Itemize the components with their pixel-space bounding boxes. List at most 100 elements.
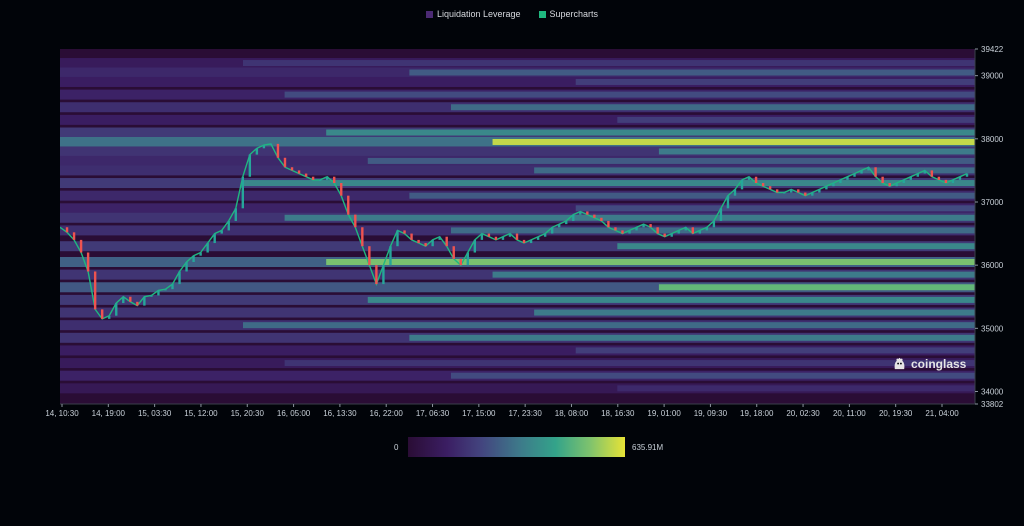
price-candle-78 <box>607 220 610 228</box>
logo-text: coinglass <box>911 356 967 371</box>
price-candle-113 <box>853 173 856 177</box>
price-candle-127 <box>951 179 955 184</box>
price-candle-93 <box>712 220 716 228</box>
price-candle-67 <box>529 239 533 244</box>
heatmap-band-strong-25 <box>284 360 975 367</box>
price-candle-76 <box>593 214 596 218</box>
heatmap-band-strong-9 <box>367 157 975 164</box>
price-candle-120 <box>902 179 905 184</box>
price-candle-35 <box>304 173 308 177</box>
price-candle-43 <box>361 227 364 247</box>
price-candle-57 <box>459 258 462 266</box>
price-candle-3 <box>79 239 83 253</box>
price-candle-85 <box>656 227 659 234</box>
price-candle-69 <box>543 233 547 237</box>
price-candle-72 <box>565 220 568 225</box>
price-candle-105 <box>797 189 800 193</box>
price-candle-98 <box>747 176 751 180</box>
x-tick-label-12: 18, 16:30 <box>601 409 635 418</box>
price-candle-121 <box>909 176 912 180</box>
price-candle-10 <box>129 296 132 302</box>
heatmap-band-strong-2 <box>575 78 975 85</box>
price-candle-92 <box>705 227 709 231</box>
price-candle-96 <box>733 189 737 196</box>
price-candle-11 <box>136 301 139 306</box>
price-candle-116 <box>874 167 877 177</box>
heatmap-band-strong-1 <box>409 69 975 76</box>
price-candle-17 <box>178 271 181 285</box>
price-candle-2 <box>72 232 76 240</box>
price-candle-104 <box>790 189 793 193</box>
x-tick-label-2: 15, 03:30 <box>138 409 172 418</box>
price-candle-103 <box>782 192 786 194</box>
price-candle-77 <box>600 217 603 221</box>
price-candle-110 <box>832 183 835 187</box>
color-scale-min-label: 0 <box>394 443 399 452</box>
price-candle-7 <box>108 315 111 319</box>
price-candle-37 <box>318 179 322 181</box>
price-candle-8 <box>115 303 118 316</box>
heatmap-band-strong-8 <box>658 148 975 155</box>
price-candle-25 <box>234 208 237 221</box>
price-candle-39 <box>333 176 336 184</box>
price-candle-64 <box>508 233 512 237</box>
heatmap-band-strong-0 <box>243 60 975 67</box>
x-tick-label-6: 16, 13:30 <box>323 409 357 418</box>
price-candle-54 <box>438 236 441 240</box>
x-tick-label-14: 19, 09:30 <box>694 409 728 418</box>
color-scale-max-label: 635.91M <box>632 443 664 452</box>
price-candle-129 <box>965 173 969 177</box>
heatmap-band-strong-12 <box>409 192 975 199</box>
heatmap-band-strong-6 <box>326 129 975 136</box>
price-candle-70 <box>550 227 554 234</box>
price-candle-115 <box>867 167 870 171</box>
price-candle-28 <box>255 148 259 155</box>
price-candle-123 <box>923 170 927 174</box>
x-tick-label-4: 15, 20:30 <box>231 409 265 418</box>
heatmap-band-strong-17 <box>326 259 975 265</box>
price-candle-46 <box>382 265 385 285</box>
price-candle-27 <box>248 154 252 177</box>
color-scale-gradient <box>408 437 625 457</box>
price-candle-59 <box>473 239 477 253</box>
liquidation-heatmap-chart[interactable]: 39422 39000 38000 37000 36000 35000 34000 33802… <box>0 0 1024 430</box>
price-candle-31 <box>276 143 280 158</box>
price-candle-114 <box>860 170 863 174</box>
price-candle-73 <box>572 214 575 221</box>
price-candle-118 <box>888 183 891 187</box>
price-candle-42 <box>354 214 357 228</box>
price-candle-88 <box>677 230 680 234</box>
price-candle-74 <box>579 211 582 215</box>
price-candle-29 <box>262 145 266 149</box>
price-candle-71 <box>558 224 561 228</box>
y-axis: 39422 39000 38000 37000 36000 35000 34000 33802 <box>974 45 1004 409</box>
price-candle-68 <box>536 236 540 240</box>
price-candle-89 <box>684 227 687 231</box>
price-candle-44 <box>368 246 371 266</box>
x-tick-label-11: 18, 08:00 <box>555 409 589 418</box>
price-candle-63 <box>501 236 505 240</box>
y-tick-label-2: 38000 <box>981 135 1004 144</box>
heatmap-band-strong-11 <box>243 180 975 187</box>
x-tick-label-16: 20, 02:30 <box>786 409 820 418</box>
heatmap-band-strong-3 <box>284 91 975 98</box>
heatmap-band-strong-15 <box>450 227 975 234</box>
price-candle-90 <box>691 227 694 234</box>
price-candle-38 <box>325 176 329 180</box>
price-candle-15 <box>164 289 167 291</box>
price-candle-24 <box>227 220 230 231</box>
x-tick-label-17: 20, 11:00 <box>833 409 866 418</box>
price-candle-95 <box>726 195 730 209</box>
price-candle-4 <box>86 252 90 272</box>
heatmap-band-strong-20 <box>367 296 975 303</box>
price-candle-61 <box>487 233 491 237</box>
price-candle-82 <box>635 227 638 231</box>
heatmap-band-strong-21 <box>534 309 975 316</box>
price-candle-1 <box>65 227 69 233</box>
x-tick-label-15: 19, 18:00 <box>740 409 774 418</box>
price-candle-22 <box>213 233 216 244</box>
price-candle-14 <box>157 290 160 296</box>
coinglass-logo-icon <box>894 357 905 370</box>
price-candle-33 <box>290 167 294 171</box>
price-candle-32 <box>283 157 287 168</box>
